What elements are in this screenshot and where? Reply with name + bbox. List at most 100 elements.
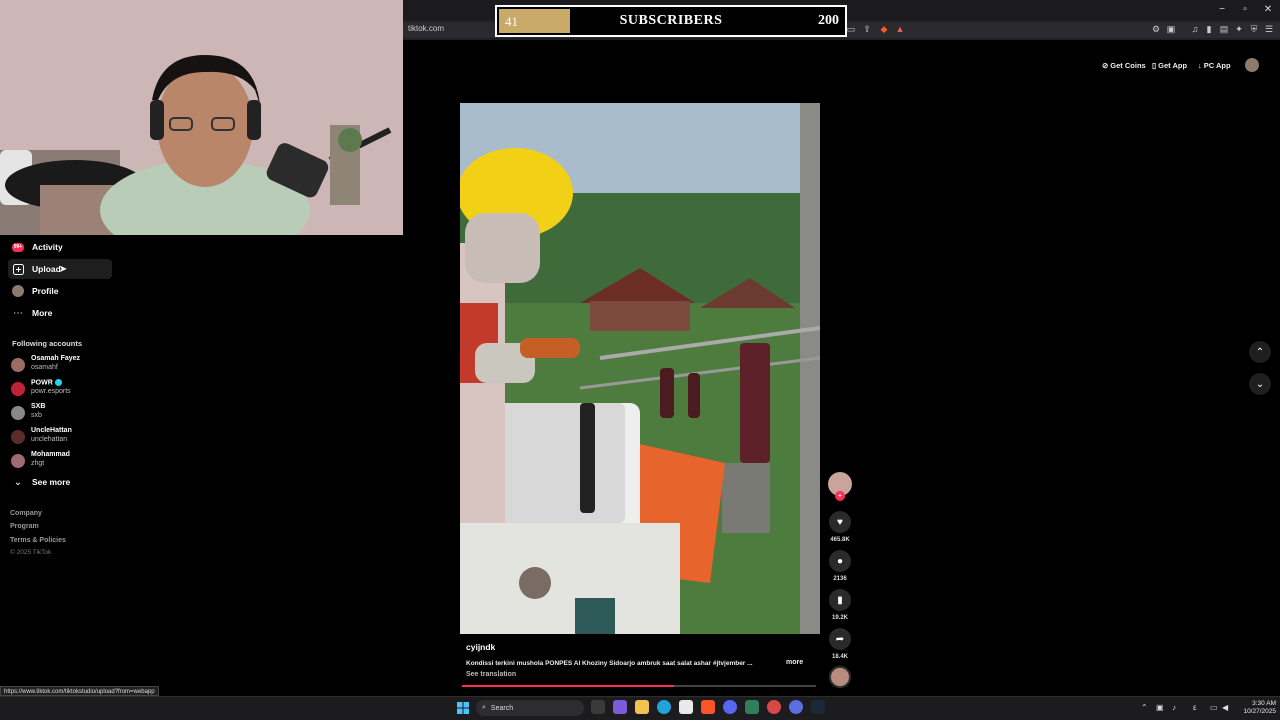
- chrome-icon[interactable]: [767, 700, 781, 714]
- pc-app-button[interactable]: ↓ PC App: [1198, 59, 1231, 71]
- restore-button[interactable]: ▫: [1235, 4, 1255, 15]
- address-text[interactable]: tiktok.com: [408, 24, 444, 33]
- wallet-icon[interactable]: ▤: [1219, 24, 1229, 34]
- comment-button[interactable]: ●: [829, 550, 851, 572]
- sidebar-item-more[interactable]: ⋯ More: [8, 303, 112, 323]
- brave-shield-icon[interactable]: ◆: [879, 24, 889, 34]
- next-video-button[interactable]: ⌄: [1249, 373, 1271, 395]
- screenshot-icon[interactable]: ▭: [846, 24, 856, 34]
- video-frame-image: [460, 103, 820, 634]
- heart-icon: ♥: [837, 516, 843, 528]
- avatar: [11, 382, 25, 396]
- share-button[interactable]: ➦: [829, 628, 851, 650]
- tray-chevron-icon[interactable]: ⌃: [1141, 703, 1148, 712]
- following-account[interactable]: UncleHattan unclehattan: [10, 426, 110, 448]
- microphone-icon[interactable]: ♪: [1172, 703, 1176, 712]
- sidebar-item-activity[interactable]: 99+ Activity: [8, 237, 112, 257]
- following-accounts-heading: Following accounts: [12, 339, 83, 348]
- sidebar-item-profile[interactable]: Profile: [8, 281, 112, 301]
- get-coins-button[interactable]: ⊘ Get Coins: [1102, 59, 1146, 71]
- network-icon[interactable]: ▭: [1210, 703, 1218, 712]
- video-progress-fill: [462, 685, 675, 687]
- file-explorer-icon[interactable]: [635, 700, 649, 714]
- copilot-icon[interactable]: [613, 700, 627, 714]
- minimize-button[interactable]: −: [1212, 4, 1232, 15]
- like-button[interactable]: ♥: [829, 511, 851, 533]
- status-bar-url: https://www.tiktok.com/tiktokstudio/uplo…: [0, 686, 159, 696]
- sidebar-item-label: More: [32, 308, 53, 318]
- comment-count: 2136: [833, 576, 847, 582]
- search-icon: ⌕: [482, 704, 486, 711]
- video-progress-bar[interactable]: [462, 685, 816, 687]
- footer-terms-link[interactable]: Terms & Policies: [10, 537, 66, 544]
- sidebar-icon[interactable]: ▮: [1204, 24, 1214, 34]
- coin-icon: ⊘: [1102, 60, 1109, 70]
- discord-icon[interactable]: [723, 700, 737, 714]
- phone-icon: ▯: [1152, 60, 1157, 70]
- following-account[interactable]: Osamah Fayez osamahf: [10, 354, 110, 376]
- video-author[interactable]: cyijndk: [466, 642, 495, 652]
- share-icon[interactable]: ⇪: [862, 24, 872, 34]
- taskbar-search[interactable]: ⌕ Search: [476, 700, 584, 716]
- clock-date[interactable]: 10/27/2025: [1236, 708, 1276, 715]
- avatar: [11, 358, 25, 372]
- profile-avatar: [12, 285, 24, 297]
- account-handle: powr.esports: [31, 388, 71, 395]
- obs-icon[interactable]: [789, 700, 803, 714]
- avatar: [11, 406, 25, 420]
- see-more-label: See more: [32, 477, 71, 487]
- following-account[interactable]: Mohammad zhgt: [10, 450, 110, 472]
- following-account[interactable]: SXB sxb: [10, 402, 110, 424]
- music-disc-icon[interactable]: [829, 666, 851, 688]
- get-app-label: Get App: [1158, 60, 1188, 70]
- get-app-button[interactable]: ▯ Get App: [1152, 59, 1187, 71]
- account-name: SXB: [31, 403, 46, 410]
- upload-icon: [12, 263, 24, 275]
- verified-icon: [54, 379, 62, 386]
- brave-rewards-icon[interactable]: ▲: [895, 24, 905, 34]
- tab-search-icon[interactable]: ▣: [1166, 24, 1176, 34]
- windows-start-icon[interactable]: [457, 701, 469, 714]
- steam-icon[interactable]: [811, 700, 825, 714]
- close-button[interactable]: ✕: [1258, 4, 1278, 15]
- leo-icon[interactable]: ✦: [1234, 24, 1244, 34]
- webcam-overlay: [0, 0, 403, 235]
- task-view-icon[interactable]: [591, 700, 605, 714]
- extensions-icon[interactable]: ⚙: [1151, 24, 1161, 34]
- chevron-up-icon: ⌃: [1255, 346, 1265, 358]
- search-label: Search: [490, 704, 514, 712]
- follow-plus-icon[interactable]: +: [835, 491, 845, 501]
- vpn-icon[interactable]: ⛨: [1249, 24, 1259, 34]
- following-account[interactable]: POWR powr.esports: [10, 378, 110, 400]
- subscriber-label: SUBSCRIBERS: [619, 13, 723, 28]
- user-avatar[interactable]: [1245, 58, 1259, 72]
- caption-more-button[interactable]: more: [786, 659, 803, 666]
- footer-program-link[interactable]: Program: [10, 523, 39, 530]
- account-name: Mohammad: [31, 451, 70, 458]
- footer-company-link[interactable]: Company: [10, 510, 42, 517]
- share-count: 18.4K: [831, 654, 848, 660]
- mouse-cursor-icon: ➤: [58, 263, 68, 275]
- more-icon: ⋯: [13, 307, 23, 319]
- menu-icon[interactable]: ☰: [1264, 24, 1274, 34]
- clock-time[interactable]: 3:30 AM: [1240, 700, 1276, 707]
- media-icon[interactable]: ♫: [1190, 24, 1200, 34]
- volume-icon[interactable]: ◀: [1222, 703, 1228, 712]
- subscriber-goal: 200: [818, 13, 839, 28]
- save-button[interactable]: ▮: [829, 589, 851, 611]
- avatar: [11, 454, 25, 468]
- see-more-button[interactable]: ⌄ See more: [8, 472, 112, 492]
- get-coins-label: Get Coins: [1110, 60, 1146, 70]
- video-player[interactable]: [460, 103, 820, 634]
- store-icon[interactable]: [679, 700, 693, 714]
- xbox-icon[interactable]: [745, 700, 759, 714]
- tray-app-icon[interactable]: ▣: [1156, 703, 1164, 712]
- previous-video-button[interactable]: ⌃: [1249, 341, 1271, 363]
- sidebar-item-upload[interactable]: Upload ➤: [8, 259, 112, 279]
- sidebar-item-label: Activity: [32, 242, 63, 252]
- download-icon: ↓: [1198, 60, 1202, 70]
- see-translation-button[interactable]: See translation: [466, 671, 516, 678]
- brave-icon[interactable]: [701, 700, 715, 714]
- keyboard-layout-icon[interactable]: ε: [1193, 703, 1197, 712]
- edge-icon[interactable]: [657, 700, 671, 714]
